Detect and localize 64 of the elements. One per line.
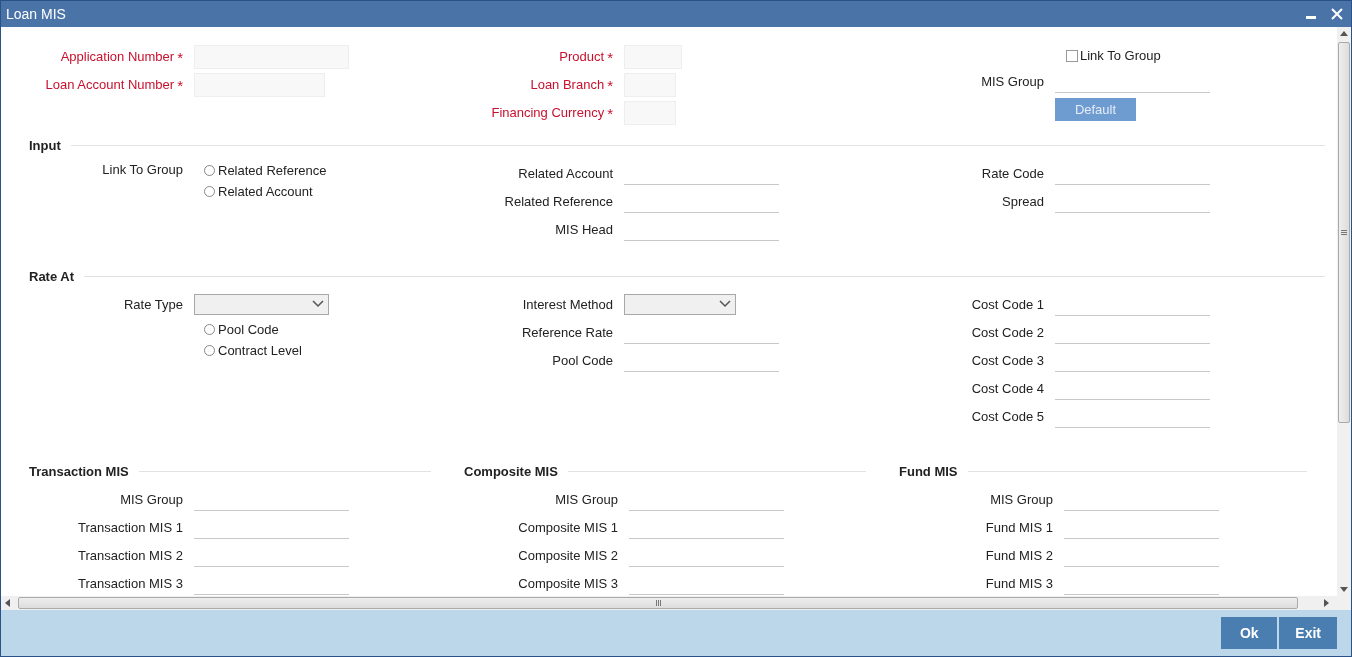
radio-button[interactable]: Related Account <box>204 184 313 199</box>
field-label: Product <box>559 48 605 66</box>
field-label: Composite MIS 2 <box>518 547 618 563</box>
field-label: Fund MIS 3 <box>985 575 1053 591</box>
field-label: Transaction MIS 1 <box>78 519 183 535</box>
field-label: Related Account <box>518 165 613 181</box>
field-label: Link To Group <box>102 162 183 177</box>
field-label: Composite MIS 1 <box>518 519 618 535</box>
dropdown[interactable] <box>624 293 736 315</box>
field-label: Cost Code 2 <box>971 324 1044 340</box>
section-title: Input <box>29 137 61 153</box>
field-label: Transaction MIS 2 <box>78 547 183 563</box>
dropdown[interactable] <box>194 293 329 315</box>
field-label: MIS Group <box>981 73 1044 89</box>
checkbox[interactable]: Link To Group <box>1066 48 1161 64</box>
field-label: Loan Account Number <box>45 76 175 94</box>
close-icon[interactable] <box>1331 8 1343 20</box>
required-mark: * <box>607 48 613 66</box>
field-label: Cost Code 4 <box>971 380 1044 396</box>
scroll-left-icon[interactable] <box>5 599 10 607</box>
window-title: Loan MIS <box>6 6 67 22</box>
field-label: MIS Group <box>990 491 1053 507</box>
required-mark: * <box>177 76 183 94</box>
field-label: Related Reference <box>504 193 613 209</box>
field-label: MIS Head <box>555 221 613 237</box>
radio-button[interactable]: Pool Code <box>204 322 279 337</box>
field-label: Cost Code 5 <box>971 408 1044 424</box>
radio-button[interactable]: Related Reference <box>204 163 327 178</box>
field-label: Composite MIS 3 <box>518 575 618 591</box>
field-label: Application Number <box>60 48 175 66</box>
chevron-down-icon <box>719 300 731 308</box>
field-label: Spread <box>1002 193 1044 209</box>
field-label: MIS Group <box>120 491 183 507</box>
required-mark: * <box>607 76 613 94</box>
required-mark: * <box>177 48 183 66</box>
chevron-down-icon <box>312 300 324 308</box>
scroll-down-icon[interactable] <box>1340 587 1348 592</box>
field-label: Financing Currency <box>491 104 605 122</box>
field-label: Transaction MIS 3 <box>78 575 183 591</box>
field-label: Reference Rate <box>521 324 613 340</box>
field-label: Cost Code 1 <box>971 296 1044 312</box>
footer-button[interactable]: Ok <box>1221 617 1278 649</box>
field-label: Rate Code <box>981 165 1044 181</box>
footer-button[interactable]: Exit <box>1279 617 1337 649</box>
field-label: Pool Code <box>552 352 613 368</box>
scroll-right-icon[interactable] <box>1324 599 1329 607</box>
field-label: Loan Branch <box>530 76 605 94</box>
scrollbar-thumb[interactable] <box>1338 42 1350 423</box>
vertical-scrollbar[interactable] <box>1337 27 1351 596</box>
field-label: Interest Method <box>522 296 613 312</box>
section-title: Transaction MIS <box>29 463 129 479</box>
scroll-up-icon[interactable] <box>1340 31 1348 36</box>
horizontal-scrollbar[interactable] <box>1 596 1351 610</box>
radio-button[interactable]: Contract Level <box>204 343 302 358</box>
required-mark: * <box>607 104 613 122</box>
section-title: Rate At <box>29 268 75 284</box>
field-label: Rate Type <box>123 296 183 312</box>
field-label: Fund MIS 1 <box>985 519 1053 535</box>
field-label: MIS Group <box>555 491 618 507</box>
field-label: Cost Code 3 <box>971 352 1044 368</box>
field-label: Fund MIS 2 <box>985 547 1053 563</box>
section-title: Fund MIS <box>899 463 958 479</box>
scrollbar-thumb[interactable] <box>18 597 1298 609</box>
section-title: Composite MIS <box>464 463 558 479</box>
